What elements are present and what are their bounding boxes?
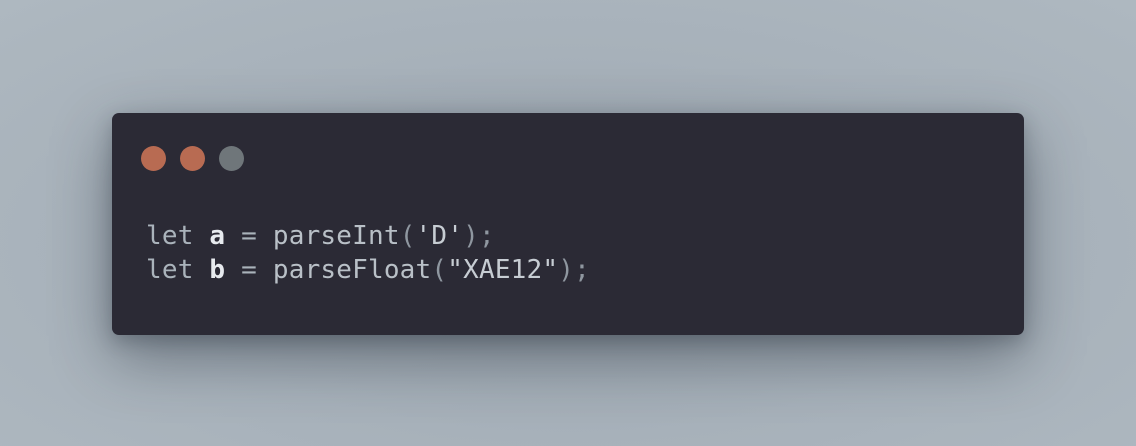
open-paren: ( [399,221,416,251]
close-punctuation: ); [558,255,590,285]
keyword: let [146,221,194,251]
close-punctuation: ); [463,221,495,251]
keyword: let [146,255,194,285]
code-window: let a = parseInt('D'); let b = parseFloat… [112,113,1024,335]
function-name: parseFloat [272,255,432,285]
string-argument: 'D' [415,221,464,251]
close-dot-icon [141,146,166,171]
code-block: let a = parseInt('D'); let b = parseFloat… [146,219,590,287]
maximize-dot-icon [219,146,244,171]
code-line: let a = parseInt('D'); [146,219,590,253]
minimize-dot-icon [180,146,205,171]
function-name: parseInt [272,221,400,251]
assignment-operator: = [241,255,257,285]
variable-name: b [209,255,226,285]
code-line: let b = parseFloat("XAE12"); [146,253,590,287]
assignment-operator: = [241,221,257,251]
open-paren: ( [431,255,448,285]
variable-name: a [209,221,226,251]
string-argument: "XAE12" [447,255,559,285]
window-controls [141,146,244,172]
